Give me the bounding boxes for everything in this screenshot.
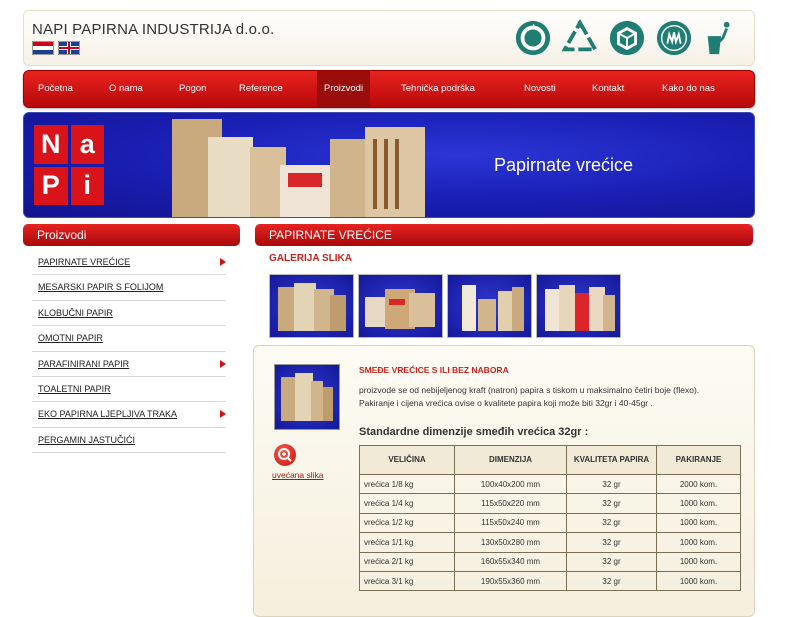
- table-row: vrećica 1/1 kg 130x50x280 mm 32 gr 1000 kom…: [359, 532, 741, 553]
- column-header: PAKIRANJE: [656, 445, 741, 475]
- sidebar-item-label: EKO PAPIRNA LJEPLJIVA TRAKA: [38, 409, 178, 420]
- table-cell: 115x50x240 mm: [454, 512, 567, 534]
- table-cell: 160x55x340 mm: [454, 551, 567, 572]
- dimensions-heading: Standardne dimenzije smeđih vrećica 32gr…: [359, 426, 589, 438]
- dimensions-table: VELIČINA DIMENZIJA KVALITETA PAPIRA PAKI…: [359, 445, 741, 592]
- table-cell: 1000 kom.: [656, 512, 741, 534]
- product-image[interactable]: [274, 364, 340, 430]
- logo-tile: a: [70, 125, 104, 164]
- nav-item[interactable]: Reference: [239, 71, 283, 107]
- gallery-thumbnail[interactable]: [536, 274, 621, 338]
- table-row: vrećica 1/2 kg 115x50x240 mm 32 gr 1000 kom…: [359, 512, 741, 534]
- sidebar-item-label: PAPIRNATE VREĆICE: [38, 257, 131, 267]
- sidebar-item[interactable]: TOALETNI PAPIR: [32, 377, 226, 403]
- sidebar-item[interactable]: MESARSKI PAPIR S FOLIJOM: [32, 275, 226, 301]
- banner-heading: Papirnate vrećice: [494, 155, 634, 175]
- eco-label-icon: [656, 20, 692, 56]
- gallery-thumbnail[interactable]: [447, 274, 532, 338]
- product-title: SMEĐE VREĆICE S ILI BEZ NABORA: [359, 365, 509, 375]
- table-cell: 100x40x200 mm: [454, 473, 567, 495]
- table-row: vrećica 1/8 kg 100x40x200 mm 32 gr 2000 kom…: [359, 473, 741, 495]
- table-cell: vrećica 2/1 kg: [359, 551, 455, 572]
- napi-logo: N a P i: [34, 125, 104, 205]
- table-cell: 32 gr: [566, 493, 657, 514]
- submenu-arrow-icon: [220, 258, 226, 266]
- trash-bin-icon: [707, 21, 730, 55]
- nav-item[interactable]: Kontakt: [592, 71, 624, 107]
- table-row: vrećica 3/1 kg 190x55x360 mm 32 gr 1000 kom…: [359, 570, 741, 592]
- sidebar-item-label: TOALETNI PAPIR: [38, 383, 111, 394]
- table-cell: 32 gr: [566, 532, 657, 553]
- gallery-thumbnail[interactable]: [358, 274, 443, 338]
- english-flag-icon[interactable]: [58, 41, 80, 55]
- nav-item[interactable]: Početna: [38, 71, 73, 107]
- eco-icons: [514, 19, 740, 57]
- table-cell: vrećica 1/8 kg: [359, 473, 455, 495]
- sidebar-item[interactable]: PAPIRNATE VREĆICE: [32, 250, 226, 276]
- croatian-flag-icon[interactable]: [32, 41, 54, 55]
- nav-item[interactable]: Novosti: [524, 71, 556, 107]
- table-cell: 32 gr: [566, 551, 657, 572]
- sidebar-heading: Proizvodi: [23, 224, 240, 246]
- gallery-heading: GALERIJA SLIKA: [269, 253, 352, 264]
- table-cell: vrećica 3/1 kg: [359, 570, 455, 592]
- sidebar-item-label: MESARSKI PAPIR S FOLIJOM: [38, 282, 164, 293]
- cardboard-box-icon: [609, 20, 645, 56]
- table-row: vrećica 2/1 kg 160x55x340 mm 32 gr 1000 kom…: [359, 551, 741, 572]
- main-nav: Početna O nama Pogon Reference Proizvodi Tehn…: [23, 70, 755, 108]
- sidebar-item-label: KLOBUČNI PAPIR: [38, 307, 113, 318]
- table-cell: 1000 kom.: [656, 570, 741, 592]
- column-header: KVALITETA PAPIRA: [566, 445, 657, 475]
- table-cell: 130x50x280 mm: [454, 532, 567, 553]
- table-cell: 32 gr: [566, 512, 657, 534]
- page-title: PAPIRNATE VREĆICE: [255, 224, 753, 246]
- table-cell: 115x50x220 mm: [454, 493, 567, 514]
- product-description: proizvode se od nebijeljenog kraft (natr…: [359, 385, 700, 408]
- nav-item[interactable]: Tehnička podrška: [401, 71, 475, 107]
- site-title: NAPI PAPIRNA INDUSTRIJA d.o.o.: [32, 21, 275, 38]
- submenu-arrow-icon: [220, 410, 226, 419]
- sidebar-item-label: PARAFINIRANI PAPIR: [38, 358, 130, 369]
- sidebar-item[interactable]: OMOTNI PAPIR: [32, 326, 226, 352]
- nav-item[interactable]: Kako do nas: [662, 71, 715, 107]
- gallery-thumbnail[interactable]: [269, 274, 354, 338]
- table-cell: vrećica 1/1 kg: [359, 532, 455, 553]
- sidebar-menu: PAPIRNATE VREĆICE MESARSKI PAPIR S FOLIJO…: [32, 250, 226, 454]
- nav-item[interactable]: Pogon: [179, 71, 206, 107]
- nav-item[interactable]: O nama: [109, 71, 143, 107]
- table-cell: 32 gr: [566, 570, 657, 592]
- table-cell: 190x55x360 mm: [454, 570, 567, 592]
- table-row: vrećica 1/4 kg 115x50x220 mm 32 gr 1000 kom…: [359, 493, 741, 514]
- table-cell: 2000 kom.: [656, 473, 741, 495]
- sidebar-item[interactable]: PERGAMIN JASTUČIĆI: [32, 428, 226, 454]
- table-cell: 32 gr: [566, 473, 657, 495]
- sidebar-item-label: OMOTNI PAPIR: [38, 333, 103, 344]
- logo-tile: N: [34, 125, 68, 164]
- sidebar-item-label: PERGAMIN JASTUČIĆI: [38, 434, 136, 445]
- sidebar-item[interactable]: PARAFINIRANI PAPIR: [32, 352, 226, 377]
- enlarge-image-link[interactable]: uvećana slika: [272, 470, 324, 480]
- language-switcher: [32, 41, 80, 55]
- column-header: VELIČINA: [359, 445, 455, 475]
- logo-tile: i: [70, 166, 104, 205]
- table-cell: 1000 kom.: [656, 493, 741, 514]
- site-header: NAPI PAPIRNA INDUSTRIJA d.o.o.: [23, 10, 755, 66]
- table-cell: 1000 kom.: [656, 532, 741, 553]
- table-cell: vrećica 1/2 kg: [359, 512, 455, 534]
- sidebar-item[interactable]: EKO PAPIRNA LJEPLJIVA TRAKA: [32, 402, 226, 428]
- column-header: DIMENZIJA: [454, 445, 567, 475]
- product-panel: uvećana slika SMEĐE VREĆICE S ILI BEZ NA…: [253, 345, 755, 617]
- recycle-triangle-icon: [561, 19, 599, 52]
- table-cell: vrećica 1/4 kg: [359, 493, 455, 514]
- table-cell: 1000 kom.: [656, 551, 741, 572]
- logo-tile: P: [34, 166, 68, 205]
- submenu-arrow-icon: [220, 359, 226, 368]
- sidebar-item[interactable]: KLOBUČNI PAPIR: [32, 301, 226, 327]
- nav-item[interactable]: Proizvodi: [317, 71, 371, 107]
- recycle-circle-icon: [515, 20, 551, 56]
- image-gallery: [269, 274, 621, 338]
- paper-bags-image: [172, 119, 425, 217]
- zoom-icon[interactable]: [274, 444, 296, 466]
- hero-banner: N a P i Papirnate vrećice: [23, 112, 755, 218]
